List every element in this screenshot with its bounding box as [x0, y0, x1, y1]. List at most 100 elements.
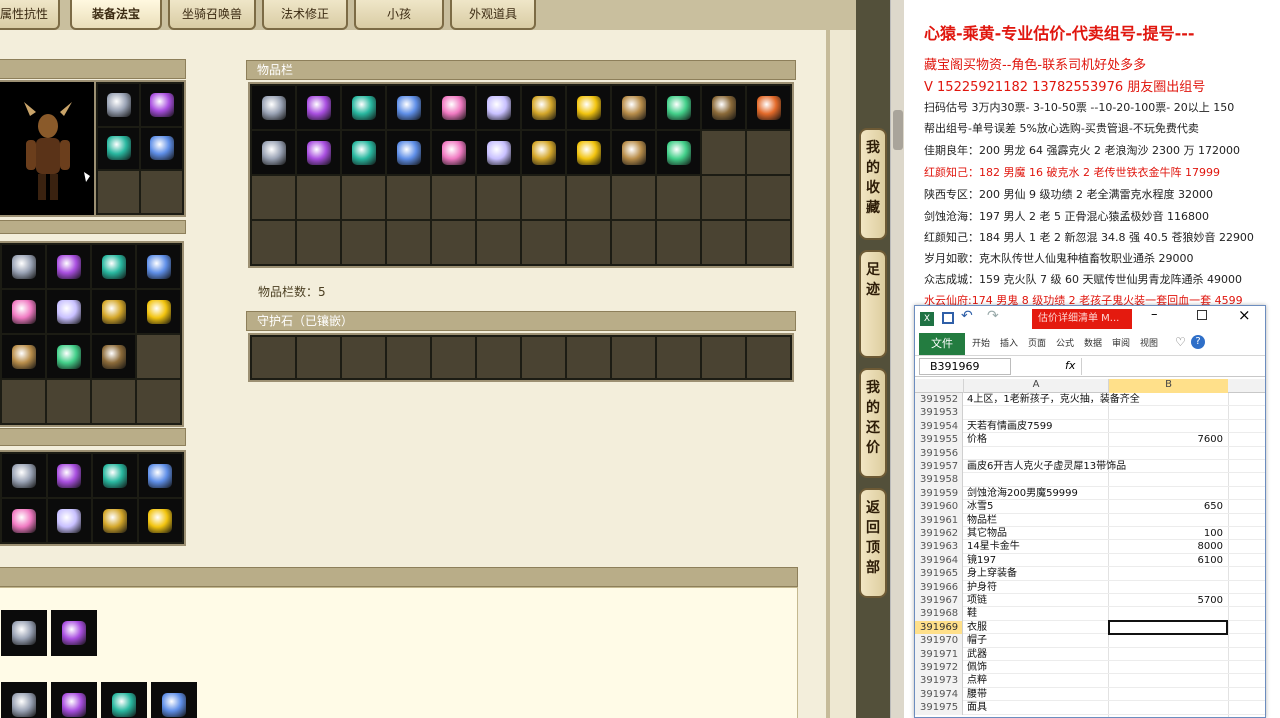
tab-mounts[interactable]: 坐骑召唤兽	[168, 0, 256, 30]
cell-b[interactable]: 8000	[1109, 540, 1227, 553]
scrollbar-thumb[interactable]	[893, 110, 903, 150]
inventory-slot[interactable]	[657, 221, 700, 264]
cell-a[interactable]: 身上穿装备	[967, 567, 1017, 580]
inventory-slot[interactable]	[657, 176, 700, 219]
formula-input[interactable]	[1081, 358, 1261, 375]
equipment-slot[interactable]	[141, 171, 182, 213]
cell-a[interactable]: 衣服	[967, 621, 987, 634]
inventory-slot[interactable]	[432, 221, 475, 264]
talisman-slot[interactable]	[2, 335, 45, 378]
table-row[interactable]: 391973 点粹	[915, 674, 1265, 688]
page-scrollbar[interactable]	[890, 0, 904, 718]
table-row[interactable]: 391967 项链 5700	[915, 594, 1265, 608]
guard-stone-slot[interactable]	[477, 337, 520, 378]
redo-icon[interactable]: ↷	[987, 308, 999, 324]
pet-slot[interactable]	[138, 499, 182, 542]
guard-stone-slot[interactable]	[387, 337, 430, 378]
inventory-slot[interactable]	[432, 131, 475, 174]
tab-spell-mods[interactable]: 法术修正	[262, 0, 348, 30]
cell-a[interactable]: 面具	[967, 701, 987, 714]
guard-stone-slot[interactable]	[567, 337, 610, 378]
ribbon-tab-review[interactable]: 审阅	[1112, 336, 1130, 349]
name-box[interactable]: B391969	[919, 358, 1011, 375]
ribbon-tab-data[interactable]: 数据	[1084, 336, 1102, 349]
lower-item-slot[interactable]	[151, 682, 197, 718]
footprints-button[interactable]: 足迹	[859, 250, 887, 358]
ribbon-tab-view[interactable]: 视图	[1140, 336, 1158, 349]
row-number[interactable]: 391953	[915, 406, 963, 420]
cell-a[interactable]: 物品栏	[967, 514, 997, 527]
cell-b[interactable]: 100	[1109, 527, 1227, 540]
minimize-icon[interactable]: –	[1151, 307, 1158, 322]
guard-stone-slot[interactable]	[657, 337, 700, 378]
inventory-slot[interactable]	[612, 86, 655, 129]
row-number[interactable]: 391968	[915, 607, 963, 621]
cell-a[interactable]: 镜197	[967, 554, 996, 567]
row-number[interactable]: 391975	[915, 701, 963, 715]
table-row[interactable]: 391964 镜197 6100	[915, 553, 1265, 568]
inventory-slot[interactable]	[657, 131, 700, 174]
table-row[interactable]: 391952 4上区，1老新孩子，克火抽，装备齐全	[915, 393, 1265, 407]
talisman-slot[interactable]	[47, 380, 90, 423]
talisman-slot[interactable]	[47, 245, 90, 288]
inventory-slot[interactable]	[387, 131, 430, 174]
table-row[interactable]: 391959 剑蚀沧海200男魔59999	[915, 486, 1265, 501]
lower-item-slot[interactable]	[51, 610, 97, 656]
tab-appearance[interactable]: 外观道具	[450, 0, 536, 30]
table-row[interactable]: 391957 画皮6开吉人克火子虚灵犀13带饰品	[915, 460, 1265, 474]
inventory-slot[interactable]	[567, 176, 610, 219]
pet-slot[interactable]	[47, 499, 91, 542]
pet-slot[interactable]	[138, 454, 182, 497]
lower-item-slot[interactable]	[1, 682, 47, 718]
table-row[interactable]: 391962 其它物品 100	[915, 527, 1265, 541]
inventory-slot[interactable]	[747, 221, 790, 264]
tab-attributes[interactable]: 属性抗性	[0, 0, 60, 30]
tab-child[interactable]: 小孩	[354, 0, 444, 30]
ribbon-tab-insert[interactable]: 插入	[1000, 336, 1018, 349]
guard-stone-slot[interactable]	[702, 337, 745, 378]
pet-slot[interactable]	[2, 499, 46, 542]
cell-b[interactable]: 6100	[1109, 554, 1227, 567]
cell-a[interactable]: 护身符	[967, 581, 997, 594]
file-tab[interactable]: 文件	[919, 333, 965, 355]
talisman-slot[interactable]	[47, 290, 90, 333]
lower-item-slot[interactable]	[1, 610, 47, 656]
row-number[interactable]: 391971	[915, 647, 963, 661]
table-row[interactable]: 391968 鞋	[915, 607, 1265, 621]
guard-stone-slot[interactable]	[342, 337, 385, 378]
talisman-slot[interactable]	[2, 380, 45, 423]
inventory-slot[interactable]	[252, 221, 295, 264]
pet-slot[interactable]	[2, 454, 46, 497]
row-number[interactable]: 391957	[915, 460, 963, 474]
row-number[interactable]: 391955	[915, 433, 963, 447]
inventory-slot[interactable]	[567, 131, 610, 174]
inventory-slot[interactable]	[252, 86, 295, 129]
talisman-slot[interactable]	[2, 245, 45, 288]
inventory-slot[interactable]	[657, 86, 700, 129]
inventory-slot[interactable]	[747, 131, 790, 174]
talisman-slot[interactable]	[92, 335, 135, 378]
guard-stone-slot[interactable]	[297, 337, 340, 378]
pet-slot[interactable]	[93, 454, 137, 497]
close-icon[interactable]: ×	[1238, 306, 1251, 324]
inventory-slot[interactable]	[297, 221, 340, 264]
table-row[interactable]: 391972 佩饰	[915, 661, 1265, 675]
ribbon-tab-formulas[interactable]: 公式	[1056, 336, 1074, 349]
equipment-slot[interactable]	[98, 171, 139, 213]
cell-a[interactable]: 腰带	[967, 688, 987, 701]
cell-a[interactable]: 画皮6开吉人克火子虚灵犀13带饰品	[967, 460, 1126, 473]
inventory-slot[interactable]	[612, 221, 655, 264]
talisman-slot[interactable]	[92, 245, 135, 288]
ribbon-tab-layout[interactable]: 页面	[1028, 336, 1046, 349]
pet-slot[interactable]	[93, 499, 137, 542]
guard-stone-slot[interactable]	[612, 337, 655, 378]
row-number[interactable]: 391963	[915, 540, 963, 554]
inventory-slot[interactable]	[567, 86, 610, 129]
inventory-slot[interactable]	[297, 176, 340, 219]
table-row[interactable]: 391953	[915, 406, 1265, 420]
row-number[interactable]: 391966	[915, 580, 963, 594]
row-number[interactable]: 391972	[915, 661, 963, 675]
inventory-slot[interactable]	[522, 86, 565, 129]
table-row[interactable]: 391960 冰雪5 650	[915, 500, 1265, 514]
inventory-slot[interactable]	[702, 131, 745, 174]
